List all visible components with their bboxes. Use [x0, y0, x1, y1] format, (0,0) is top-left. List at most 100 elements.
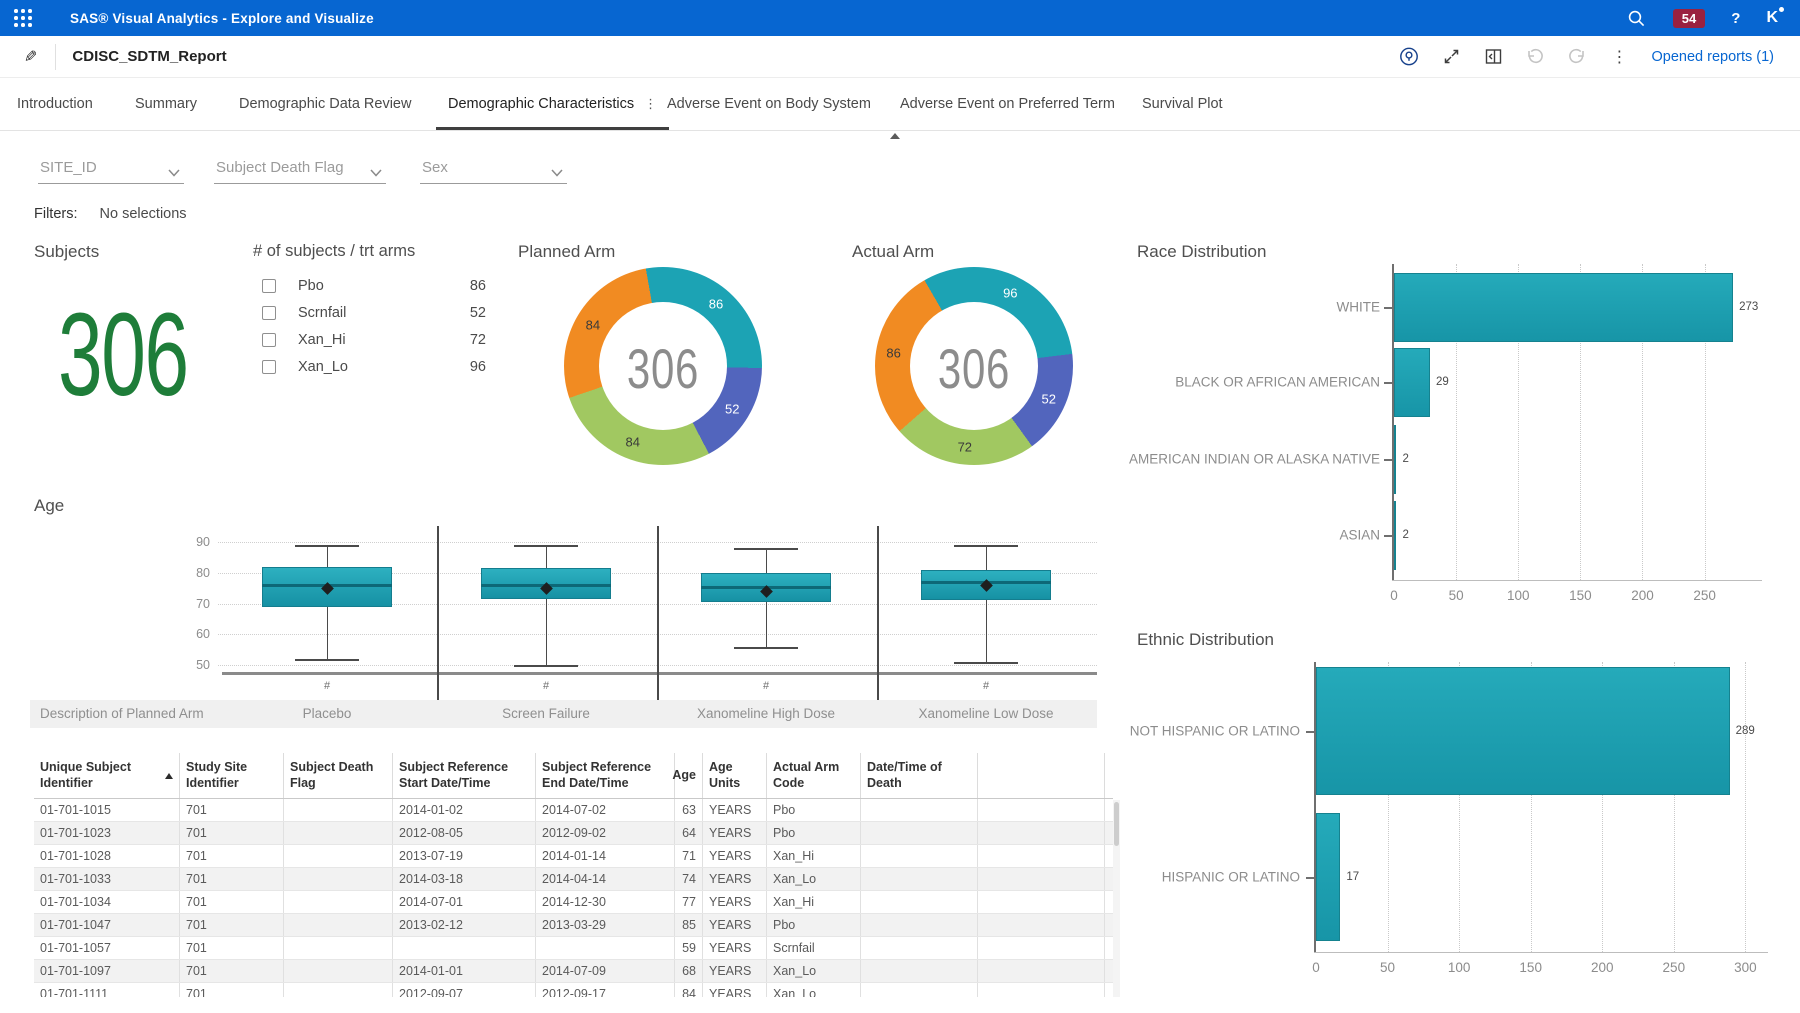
table-row[interactable]: 01-701-10347012014-07-012014-12-3077YEAR…: [34, 891, 1113, 914]
table-row[interactable]: 01-701-11117012012-09-072012-09-1784YEAR…: [34, 983, 1113, 997]
checkbox-scrnfail[interactable]: [262, 306, 276, 320]
checkbox-xan_hi[interactable]: [262, 333, 276, 347]
sas-visual-analytics-app: SAS® Visual Analytics - Explore and Visu…: [0, 0, 1800, 1013]
slice-value-label: 96: [1003, 286, 1017, 301]
bar-black-or-african-american[interactable]: [1394, 348, 1430, 417]
tab-survival-plot[interactable]: Survival Plot: [1142, 78, 1223, 130]
tab-introduction[interactable]: Introduction: [17, 78, 93, 130]
tab-adverse-event-on-preferred-term[interactable]: Adverse Event on Preferred Term: [900, 78, 1115, 130]
trt-arm-row-pbo[interactable]: Pbo86: [262, 272, 486, 299]
category-label: ASIAN: [950, 528, 1380, 543]
x-tick-label: 250: [1693, 588, 1716, 603]
kpi-title: Subjects: [34, 242, 99, 262]
table-row[interactable]: 01-701-10157012014-01-022014-07-0263YEAR…: [34, 799, 1113, 822]
help-icon[interactable]: ?: [1731, 10, 1740, 27]
x-tick-label: 100: [1448, 960, 1471, 975]
table-row[interactable]: 01-701-10287012013-07-192014-01-1471YEAR…: [34, 845, 1113, 868]
ethnic-distribution-title: Ethnic Distribution: [1137, 630, 1274, 650]
app-switcher-icon[interactable]: [14, 9, 32, 27]
edit-pencil-icon[interactable]: ✎: [24, 47, 37, 67]
table-cell: [284, 845, 393, 867]
table-cell: [978, 799, 1105, 821]
column-header-subject-death-flag[interactable]: Subject Death Flag: [284, 753, 393, 798]
table-header-row: Unique Subject IdentifierStudy Site Iden…: [34, 753, 1113, 799]
bar-asian[interactable]: [1394, 501, 1396, 570]
column-header-empty[interactable]: [978, 753, 1105, 798]
tab-demographic-characteristics[interactable]: Demographic Characteristics⋮: [448, 78, 657, 130]
footer-axis-label: Description of Planned Arm: [40, 700, 204, 728]
table-cell: 701: [180, 845, 284, 867]
column-header-subject-reference-start-date-time[interactable]: Subject Reference Start Date/Time: [393, 753, 536, 798]
table-row[interactable]: 01-701-10337012014-03-182014-04-1474YEAR…: [34, 868, 1113, 891]
table-cell: [978, 983, 1105, 997]
bar-american-indian-or-alaska-native[interactable]: [1394, 425, 1396, 494]
insights-icon[interactable]: [1399, 47, 1419, 67]
x-tick-label: 300: [1734, 960, 1757, 975]
tab-demographic-data-review[interactable]: Demographic Data Review: [239, 78, 411, 130]
tab-label: Adverse Event on Preferred Term: [900, 96, 1115, 112]
column-header-date-time-of-death[interactable]: Date/Time of Death: [861, 753, 978, 798]
avatar[interactable]: K: [1766, 9, 1778, 27]
column-header-actual-arm-code[interactable]: Actual Arm Code: [767, 753, 861, 798]
tab-menu-icon[interactable]: ⋮: [644, 97, 657, 112]
table-cell: YEARS: [703, 983, 767, 997]
search-icon[interactable]: [1627, 8, 1647, 28]
tab-label: Summary: [135, 96, 197, 112]
trt-arm-row-scrnfail[interactable]: Scrnfail52: [262, 299, 486, 326]
notification-badge[interactable]: 54: [1673, 9, 1705, 28]
panel-toggle-icon[interactable]: [1483, 47, 1503, 67]
prompt-site-id[interactable]: SITE_ID: [38, 152, 184, 184]
more-options-icon[interactable]: ⋮: [1609, 47, 1629, 67]
active-tab-underline: [436, 127, 669, 130]
category-label: AMERICAN INDIAN OR ALASKA NATIVE: [950, 452, 1380, 467]
table-cell: 2012-09-07: [393, 983, 536, 997]
collapse-prompts-caret-icon[interactable]: [890, 133, 900, 139]
table-cell: 701: [180, 891, 284, 913]
actual-arm-donut-chart[interactable]: 30696527286: [875, 267, 1073, 465]
table-cell: Xan_Lo: [767, 960, 861, 982]
donut-center-total: 306: [900, 336, 1049, 401]
table-row[interactable]: 01-701-105770159YEARSScrnfail: [34, 937, 1113, 960]
table-cell: [861, 914, 978, 936]
column-header-study-site-identifier[interactable]: Study Site Identifier: [180, 753, 284, 798]
column-header-age-units[interactable]: Age Units: [703, 753, 767, 798]
bar-value-label: 17: [1346, 871, 1359, 883]
prompt-subject-death-flag[interactable]: Subject Death Flag: [214, 152, 386, 184]
table-scrollbar[interactable]: [1113, 800, 1120, 997]
table-row[interactable]: 01-701-10477012013-02-122013-03-2985YEAR…: [34, 914, 1113, 937]
table-cell: 2014-07-09: [536, 960, 675, 982]
tab-summary[interactable]: Summary: [135, 78, 197, 130]
bar-not-hispanic-or-latino[interactable]: [1316, 667, 1730, 795]
table-cell: 68: [675, 960, 703, 982]
trt-arm-row-xan_lo[interactable]: Xan_Lo96: [262, 353, 486, 380]
column-header-unique-subject-identifier[interactable]: Unique Subject Identifier: [34, 753, 180, 798]
whisker-cap-low: [954, 662, 1018, 664]
checkbox-pbo[interactable]: [262, 279, 276, 293]
opened-reports-link[interactable]: Opened reports (1): [1651, 49, 1774, 65]
checkbox-xan_lo[interactable]: [262, 360, 276, 374]
column-header-age[interactable]: Age: [675, 753, 703, 798]
subject-data-table: Unique Subject IdentifierStudy Site Iden…: [34, 753, 1113, 997]
trt-arm-row-xan_hi[interactable]: Xan_Hi72: [262, 326, 486, 353]
x-tick-label: 50: [1380, 960, 1395, 975]
undo-icon[interactable]: [1525, 47, 1545, 67]
bar-white[interactable]: [1394, 273, 1733, 342]
bar-value-label: 2: [1402, 453, 1408, 465]
table-cell: Xan_Lo: [767, 868, 861, 890]
redo-icon[interactable]: [1567, 47, 1587, 67]
prompt-sex[interactable]: Sex: [420, 152, 567, 184]
table-row[interactable]: 01-701-10977012014-01-012014-07-0968YEAR…: [34, 960, 1113, 983]
table-row[interactable]: 01-701-10237012012-08-052012-09-0264YEAR…: [34, 822, 1113, 845]
table-cell: 01-701-1015: [34, 799, 180, 821]
table-cell: 01-701-1097: [34, 960, 180, 982]
table-cell: 01-701-1033: [34, 868, 180, 890]
bar-hispanic-or-latino[interactable]: [1316, 813, 1340, 941]
planned-arm-donut-chart[interactable]: 30686528484: [564, 267, 762, 465]
column-header-subject-reference-end-date-time[interactable]: Subject Reference End Date/Time: [536, 753, 675, 798]
table-cell: YEARS: [703, 868, 767, 890]
x-axis-line: [1314, 952, 1768, 953]
maximize-icon[interactable]: [1441, 47, 1461, 67]
y-tick-label: 80: [150, 566, 210, 580]
tab-adverse-event-on-body-system[interactable]: Adverse Event on Body System: [667, 78, 871, 130]
divider: [55, 44, 56, 70]
